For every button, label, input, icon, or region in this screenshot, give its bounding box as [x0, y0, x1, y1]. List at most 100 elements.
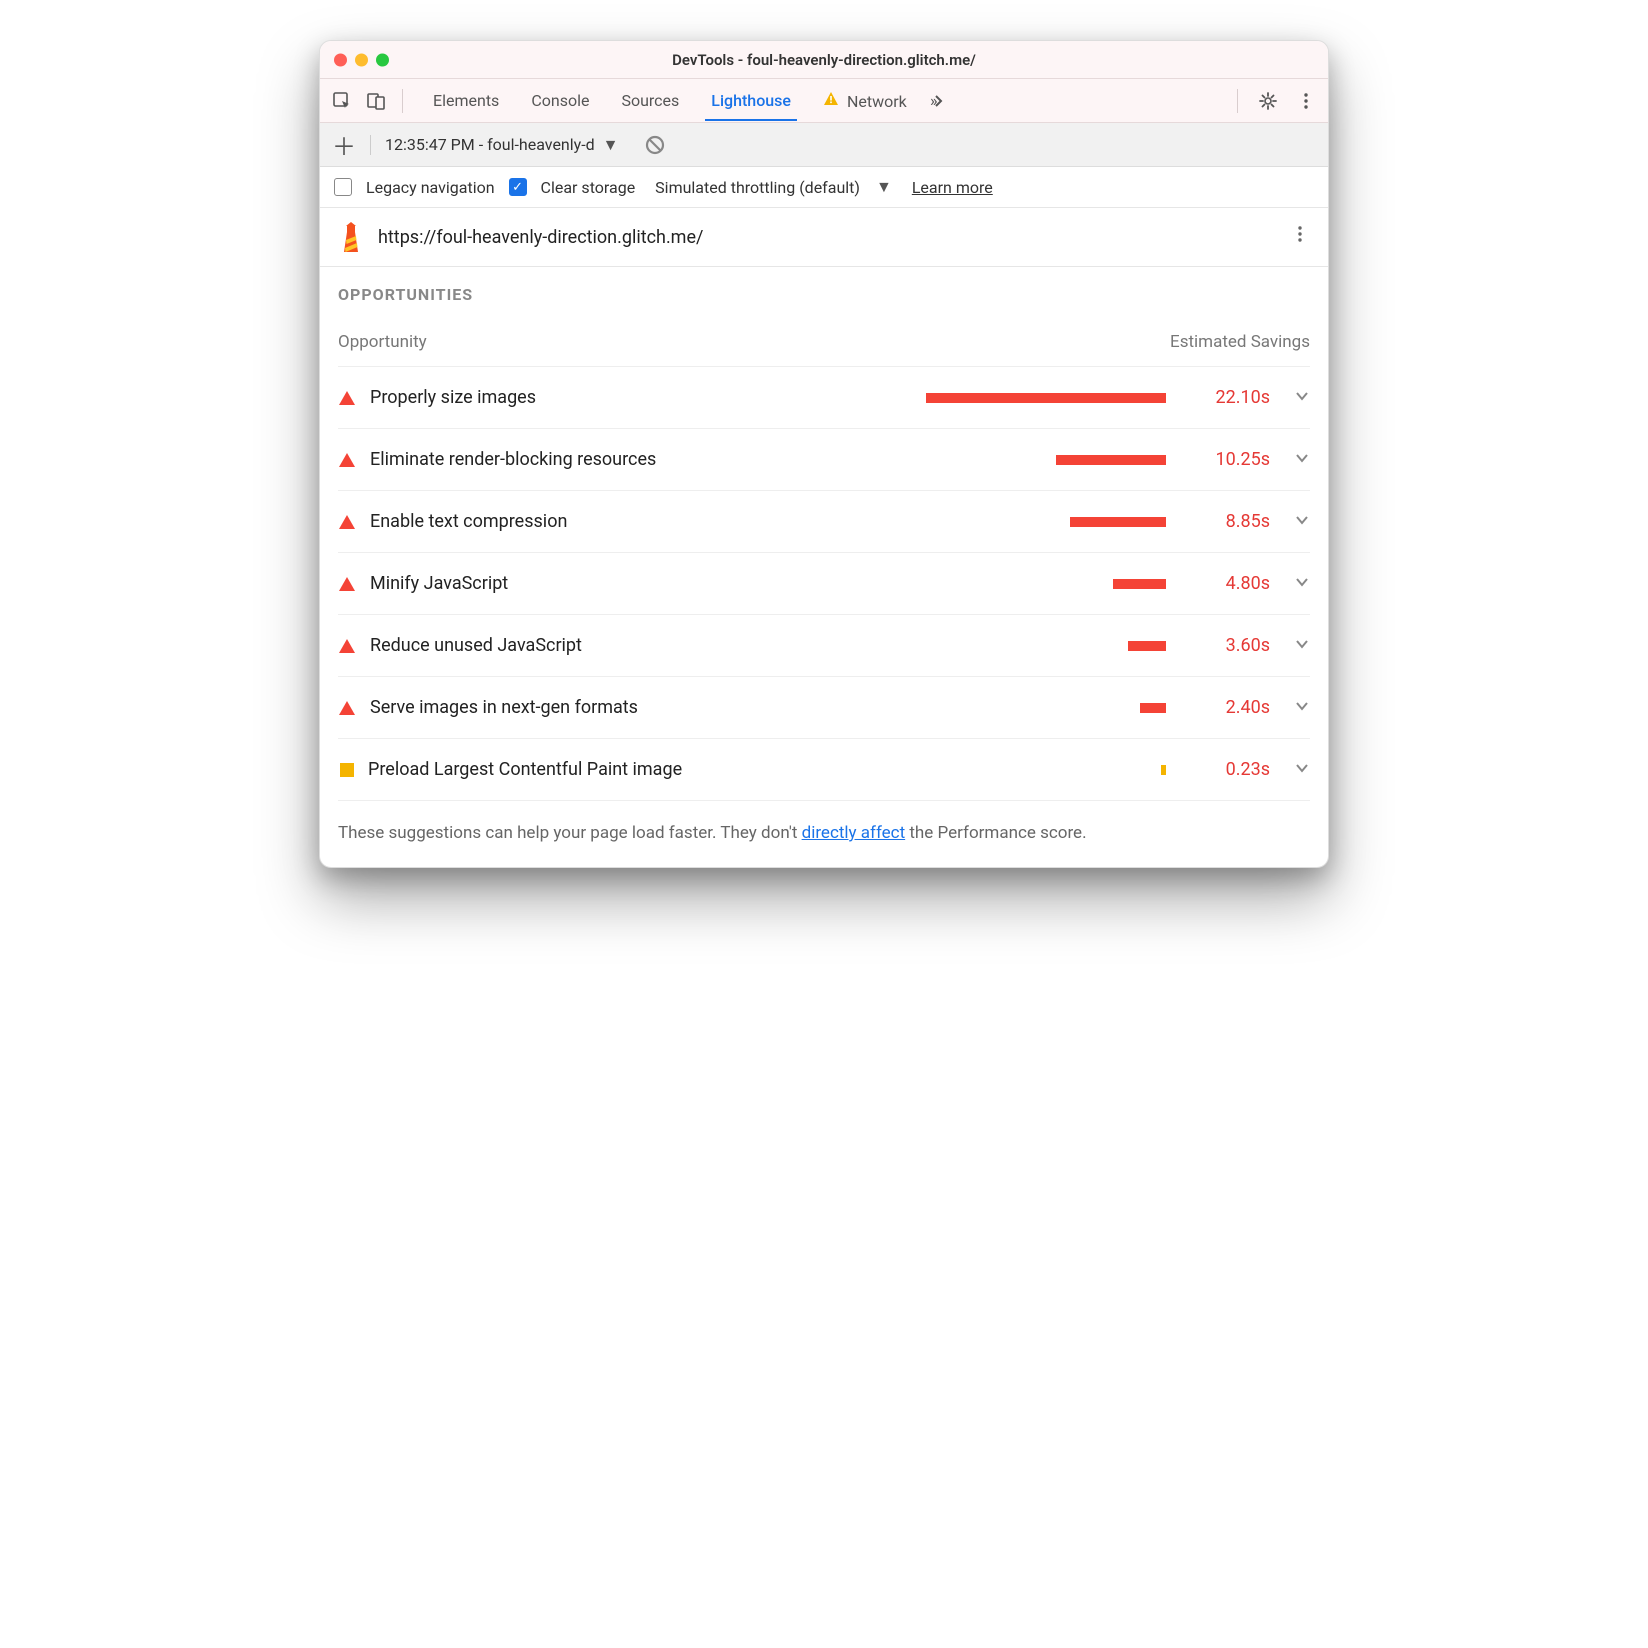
new-report-button[interactable]: ＋ — [330, 131, 358, 159]
clear-storage-checkbox[interactable]: ✓ — [509, 178, 527, 196]
opportunity-row[interactable]: Properly size images 22.10s — [338, 366, 1310, 429]
fail-triangle-icon — [338, 577, 356, 591]
col-opportunity: Opportunity — [338, 332, 427, 352]
savings-bar — [1113, 579, 1166, 589]
legacy-nav-label: Legacy navigation — [366, 178, 495, 197]
report-content: OPPORTUNITIES Opportunity Estimated Savi… — [320, 267, 1328, 867]
opportunity-label: Serve images in next-gen formats — [370, 697, 638, 718]
chevron-down-icon[interactable] — [1294, 388, 1310, 408]
lighthouse-options-bar: Legacy navigation ✓ Clear storage Simula… — [320, 167, 1328, 208]
savings-bar — [1161, 765, 1166, 775]
tab-network[interactable]: Network — [809, 81, 921, 121]
chevron-down-icon[interactable] — [1294, 450, 1310, 470]
learn-more-link[interactable]: Learn more — [912, 178, 993, 197]
clear-icon[interactable] — [641, 131, 669, 159]
savings-bar-area — [581, 517, 1166, 527]
opportunity-row[interactable]: Enable text compression8.85s — [338, 491, 1310, 553]
savings-bar-area — [652, 703, 1166, 713]
section-title: OPPORTUNITIES — [338, 285, 1310, 304]
savings-bar — [1140, 703, 1166, 713]
savings-bar-area — [522, 579, 1166, 589]
opportunity-row[interactable]: Serve images in next-gen formats 2.40s — [338, 677, 1310, 739]
opportunity-label: Minify JavaScript — [370, 573, 508, 594]
fail-triangle-icon — [338, 453, 356, 467]
savings-value: 0.23s — [1190, 759, 1270, 780]
tab-network-label: Network — [847, 92, 907, 111]
chevron-down-icon[interactable] — [1294, 574, 1310, 594]
report-select[interactable]: 12:35:47 PM - foul-heavenly-d ▼ — [370, 135, 619, 155]
footer-link[interactable]: directly affect — [802, 823, 906, 843]
legacy-nav-checkbox[interactable] — [334, 178, 352, 196]
footer-prefix: These suggestions can help your page loa… — [338, 823, 802, 843]
warn-square-icon — [340, 763, 354, 777]
savings-bar-area — [596, 641, 1166, 651]
more-tabs-icon[interactable]: » — [925, 87, 953, 115]
footer-suffix: the Performance score. — [905, 823, 1086, 843]
opportunity-label: Properly size images — [370, 387, 536, 408]
minimize-window-button[interactable] — [355, 53, 368, 66]
columns-header: Opportunity Estimated Savings — [338, 332, 1310, 352]
toolbar-divider — [402, 89, 403, 113]
opportunity-row[interactable]: Preload Largest Contentful Paint image 0.… — [338, 739, 1310, 801]
devtools-toolbar: Elements Console Sources Lighthouse Netw… — [320, 79, 1328, 123]
opportunity-row[interactable]: Reduce unused JavaScript 3.60s — [338, 615, 1310, 677]
report-url: https://foul-heavenly-direction.glitch.m… — [378, 227, 703, 248]
devtools-window: DevTools - foul-heavenly-direction.glitc… — [319, 40, 1329, 868]
opportunity-label: Preload Largest Contentful Paint image — [368, 759, 682, 780]
clear-storage-label: Clear storage — [541, 178, 636, 197]
svg-text:»: » — [930, 92, 938, 110]
report-menu-icon[interactable] — [1290, 224, 1310, 250]
kebab-menu-icon[interactable] — [1292, 87, 1320, 115]
lighthouse-subbar: ＋ 12:35:47 PM - foul-heavenly-d ▼ — [320, 123, 1328, 167]
savings-bar — [1056, 455, 1166, 465]
report-url-bar: https://foul-heavenly-direction.glitch.m… — [320, 208, 1328, 267]
titlebar: DevTools - foul-heavenly-direction.glitc… — [320, 41, 1328, 79]
chevron-down-icon[interactable] — [1294, 698, 1310, 718]
settings-gear-icon[interactable] — [1254, 87, 1282, 115]
opportunity-row[interactable]: Minify JavaScript 4.80s — [338, 553, 1310, 615]
opportunity-label: Eliminate render-blocking resources — [370, 449, 656, 470]
savings-bar-area — [550, 393, 1166, 403]
savings-bar-area — [696, 765, 1166, 775]
devtools-tabs: Elements Console Sources Lighthouse Netw… — [419, 81, 953, 121]
traffic-lights — [334, 53, 389, 66]
device-toggle-icon[interactable] — [362, 87, 390, 115]
chevron-down-icon[interactable] — [1294, 636, 1310, 656]
footer-note: These suggestions can help your page loa… — [338, 823, 1310, 843]
savings-value: 4.80s — [1190, 573, 1270, 594]
fail-triangle-icon — [338, 639, 356, 653]
close-window-button[interactable] — [334, 53, 347, 66]
tab-elements[interactable]: Elements — [419, 81, 513, 120]
savings-bar — [1128, 641, 1166, 651]
tab-lighthouse[interactable]: Lighthouse — [697, 81, 805, 120]
savings-value: 2.40s — [1190, 697, 1270, 718]
tab-console[interactable]: Console — [517, 81, 603, 120]
fail-triangle-icon — [338, 701, 356, 715]
window-title: DevTools - foul-heavenly-direction.glitc… — [672, 51, 976, 69]
opportunity-row[interactable]: Eliminate render-blocking resources 10.25… — [338, 429, 1310, 491]
opportunities-list: Properly size images 22.10s Eliminate rend… — [338, 366, 1310, 801]
warning-icon — [823, 92, 843, 111]
savings-bar — [1070, 517, 1166, 527]
savings-value: 3.60s — [1190, 635, 1270, 656]
savings-value: 8.85s — [1190, 511, 1270, 532]
chevron-down-icon: ▼ — [603, 135, 619, 155]
zoom-window-button[interactable] — [376, 53, 389, 66]
report-select-label: 12:35:47 PM - foul-heavenly-d — [385, 135, 595, 154]
savings-value: 10.25s — [1190, 449, 1270, 470]
chevron-down-icon[interactable] — [1294, 512, 1310, 532]
savings-bar-area — [670, 455, 1166, 465]
inspect-element-icon[interactable] — [328, 87, 356, 115]
savings-bar — [926, 393, 1166, 403]
savings-value: 22.10s — [1190, 387, 1270, 408]
fail-triangle-icon — [338, 391, 356, 405]
throttling-label: Simulated throttling (default) — [655, 178, 860, 197]
col-savings: Estimated Savings — [1170, 332, 1310, 352]
fail-triangle-icon — [338, 515, 356, 529]
toolbar-divider — [1237, 89, 1238, 113]
throttling-dropdown-icon[interactable]: ▼ — [876, 177, 892, 197]
opportunity-label: Reduce unused JavaScript — [370, 635, 582, 656]
chevron-down-icon[interactable] — [1294, 760, 1310, 780]
lighthouse-logo-icon — [338, 222, 364, 252]
tab-sources[interactable]: Sources — [607, 81, 693, 120]
